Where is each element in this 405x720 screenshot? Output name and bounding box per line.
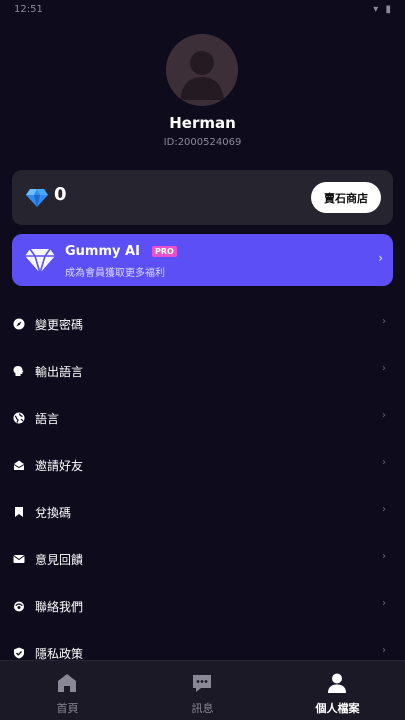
chevron-right-icon: › [382,363,386,374]
status-time: 12:51 [14,4,43,15]
chevron-right-icon: › [382,551,386,562]
menu-item-label: 兌換碼 [35,506,72,520]
chevron-right-icon: › [382,645,386,656]
person-icon [328,673,346,693]
gem-count: 0 [54,184,67,205]
chevron-right-icon: › [382,410,386,421]
profile-id: ID:2000524069 [163,137,242,148]
gem-balance-card: 0 賣石商店 [12,170,393,225]
tab-label: 首頁 [56,702,79,715]
compass-icon [13,318,25,330]
shield-check-icon [14,647,24,659]
chevron-right-icon: › [382,316,386,327]
menu-item-label: 語言 [35,412,60,426]
mail-icon [13,555,25,563]
menu-item-contact-us[interactable]: 聯絡我們 › [0,584,405,631]
chevron-right-icon: › [378,251,383,265]
bottom-tab-bar: 首頁 訊息 個人檔案 [0,660,405,720]
menu-item-label: 輸出語言 [35,365,84,379]
chevron-right-icon: › [382,504,386,515]
envelope-icon [13,460,25,470]
menu-item-label: 變更密碼 [35,318,84,332]
status-icons: ▾ ▮ [373,4,393,15]
globe-icon [13,412,25,424]
home-icon [58,674,76,692]
pro-badge: PRO [152,246,177,257]
headset-icon [14,601,24,612]
profile-name: Herman [169,114,236,132]
menu-item-label: 聯絡我們 [35,600,84,614]
menu-item-language[interactable]: 語言 › [0,396,405,443]
menu-item-change-password[interactable]: 變更密碼 › [0,302,405,349]
menu-item-feedback[interactable]: 意見回饋 › [0,537,405,584]
pro-membership-banner[interactable]: Gummy AI PRO 成為會員獲取更多福利 › [12,234,393,286]
menu-item-output-language[interactable]: 輸出語言 › [0,349,405,396]
settings-menu: 變更密碼 › 輸出語言 › 語言 › 邀請好友 › 兌換碼 › 意見回饋 › 聯… [0,302,405,678]
pro-title: Gummy AI [65,244,140,259]
speaking-head-icon [13,366,24,376]
status-bar: 12:51 ▾ ▮ [0,0,405,22]
chevron-right-icon: › [382,457,386,468]
avatar[interactable] [166,34,238,106]
chat-bubble-icon [193,675,211,692]
tab-profile[interactable]: 個人檔案 [270,661,405,720]
pro-diamond-icon [25,248,55,276]
tab-label: 訊息 [191,702,214,715]
menu-item-invite-friends[interactable]: 邀請好友 › [0,443,405,490]
bookmark-icon [15,507,23,517]
menu-item-redeem-code[interactable]: 兌換碼 › [0,490,405,537]
tab-label: 個人檔案 [315,702,360,715]
chevron-right-icon: › [382,598,386,609]
gem-shop-button[interactable]: 賣石商店 [311,182,381,213]
tab-messages[interactable]: 訊息 [135,661,270,720]
menu-item-label: 意見回饋 [35,553,84,567]
pro-subtitle: 成為會員獲取更多福利 [65,268,165,279]
tab-home[interactable]: 首頁 [0,661,135,720]
person-silhouette-icon [166,34,238,106]
diamond-icon [26,189,48,207]
menu-item-label: 邀請好友 [35,459,84,473]
